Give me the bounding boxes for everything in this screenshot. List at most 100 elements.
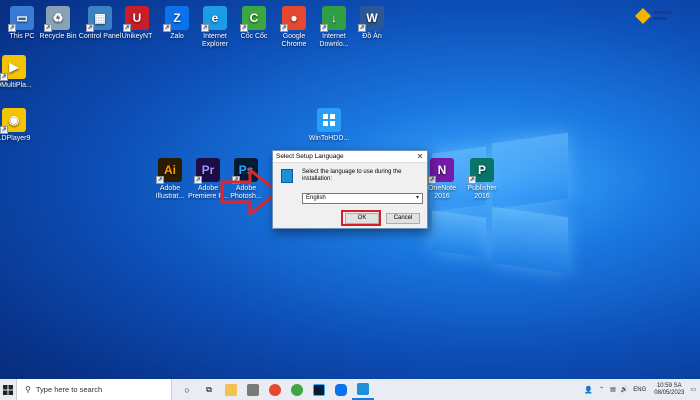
chevron-up-icon[interactable]: ⌃ <box>599 386 604 393</box>
photoshop-icon <box>313 383 325 396</box>
desktop-icon-label: This PC <box>9 33 35 40</box>
desktop-icon-label: Adobe Illustrat... <box>155 185 185 200</box>
zalo-icon <box>335 383 347 396</box>
taskbar-app-zalo[interactable] <box>330 379 352 400</box>
desktop-icon-left-1[interactable]: ◉ ↗ LDPlayer9 <box>0 108 36 143</box>
top-8-icon: ↓ ↗ <box>320 6 346 32</box>
taskbar-search-box[interactable]: ⚲ Type here to search <box>16 379 172 400</box>
desktop-icon-top-6[interactable]: C ↗ Cốc Cốc <box>232 6 276 41</box>
taskbar-app-explorer[interactable] <box>220 379 242 400</box>
shortcut-arrow-icon: ↗ <box>280 24 288 32</box>
wintohdd-icon <box>317 108 341 132</box>
shortcut-arrow-icon: ↗ <box>194 176 202 184</box>
desktop-icon-label: Internet Downlo... <box>319 33 349 48</box>
volume-icon[interactable]: 🔊 <box>621 386 628 393</box>
taskbar-app-store[interactable] <box>242 379 264 400</box>
language-select-value: English <box>306 195 326 201</box>
shortcut-arrow-icon: ↗ <box>320 24 328 32</box>
taskbar-app-coccoc[interactable] <box>286 379 308 400</box>
desktop-icon-label: Publisher 2016 <box>467 185 497 200</box>
mid-0-icon: Ai ↗ <box>156 158 182 184</box>
coccoc-icon <box>291 383 303 396</box>
desktop-icon-left-0[interactable]: ▶↗DMultiPla... <box>0 55 36 90</box>
task-view-icon: ⧉ <box>206 384 212 394</box>
clock-time: 10:59 SA <box>656 382 682 389</box>
desktop-icon-top-1[interactable]: ♻ ↗ Recycle Bin <box>36 6 80 41</box>
desktop-icon-top-3[interactable]: U ↗ UnikeyNT <box>115 6 159 41</box>
desktop-icon-right-1[interactable]: P ↗ Publisher 2016 <box>460 158 504 201</box>
language-select[interactable]: English ▾ <box>302 193 423 204</box>
shortcut-arrow-icon: ↗ <box>123 24 131 32</box>
shortcut-arrow-icon: ↗ <box>86 24 94 32</box>
dialog-titlebar[interactable]: Select Setup Language ✕ <box>273 151 427 163</box>
shortcut-arrow-icon: ↗ <box>44 24 52 32</box>
desktop-icon-label: WinToHDD... <box>308 135 350 142</box>
setup-icon <box>357 382 369 395</box>
shortcut-arrow-icon: ↗ <box>0 126 8 134</box>
desktop-icon-top-5[interactable]: e ↗ Internet Explorer <box>193 6 237 49</box>
top-6-icon: C ↗ <box>240 6 266 32</box>
desktop-icon-label: OneNote 2016 <box>427 185 457 200</box>
desktop-icon-wintohdd[interactable]: WinToHDD... <box>307 108 351 143</box>
top-3-icon: U ↗ <box>123 6 149 32</box>
top-5-icon: e ↗ <box>201 6 227 32</box>
desktop-icon-label: UnikeyNT <box>121 33 153 40</box>
close-icon[interactable]: ✕ <box>413 152 427 161</box>
language-indicator[interactable]: ENG <box>633 387 646 393</box>
system-tray: 👤 ⌃ ▤ 🔊 ENG 10:59 SA 08/05/2023 ▭ <box>584 379 700 400</box>
circle-icon: ○ <box>184 384 190 395</box>
task-view-button[interactable]: ○ <box>176 379 198 400</box>
desktop-icon-label: Recycle Bin <box>39 33 77 40</box>
watermark-logo <box>633 6 673 28</box>
cancel-button[interactable]: Cancel <box>386 213 420 224</box>
desktop-icon-top-7[interactable]: ● ↗ Google Chrome <box>272 6 316 49</box>
desktop-icon-label: Zalo <box>170 33 184 40</box>
store-icon <box>247 383 259 396</box>
search-placeholder: Type here to search <box>35 385 103 394</box>
chevron-down-icon: ▾ <box>415 195 419 201</box>
top-9-icon: W ↗ <box>358 6 384 32</box>
clock[interactable]: 10:59 SA 08/05/2023 <box>654 383 684 397</box>
desktop-icon-label: Google Chrome <box>281 33 307 48</box>
pointer-arrow-annotation <box>220 166 281 221</box>
left-0-icon: ▶ ↗ <box>0 55 26 81</box>
shortcut-arrow-icon: ↗ <box>0 73 8 81</box>
desktop-icon-top-9[interactable]: W ↗ Đồ Án <box>350 6 394 41</box>
windows-icon <box>3 384 13 395</box>
left-1-icon: ◉ ↗ <box>0 108 26 134</box>
desktop-icon-label: Internet Explorer <box>201 33 229 48</box>
start-button[interactable] <box>0 379 16 400</box>
top-0-icon: ▭ ↗ <box>8 6 34 32</box>
right-0-icon: N ↗ <box>428 158 454 184</box>
top-1-icon: ♻ ↗ <box>44 6 70 32</box>
clock-date: 08/05/2023 <box>654 389 685 396</box>
ok-button-highlight <box>341 210 381 226</box>
dialog-message: Select the language to use during the in… <box>302 169 402 182</box>
folder-icon <box>225 383 237 396</box>
mid-1-icon: Pr ↗ <box>194 158 220 184</box>
desktop-icon-label: DMultiPla... <box>0 82 32 89</box>
top-7-icon: ● ↗ <box>280 6 306 32</box>
shortcut-arrow-icon: ↗ <box>201 24 209 32</box>
taskbar-app-task-view[interactable]: ⧉ <box>198 379 220 400</box>
shortcut-arrow-icon: ↗ <box>240 24 248 32</box>
notification-icon[interactable]: ▭ <box>690 386 696 393</box>
taskbar-app-chrome[interactable] <box>264 379 286 400</box>
taskbar-app-photoshop[interactable] <box>308 379 330 400</box>
shortcut-arrow-icon: ↗ <box>358 24 366 32</box>
shortcut-arrow-icon: ↗ <box>428 176 436 184</box>
shortcut-arrow-icon: ↗ <box>8 24 16 32</box>
desktop-icon-label: Đồ Án <box>362 33 382 40</box>
network-icon[interactable]: ▤ <box>610 386 616 393</box>
taskbar: ⚲ Type here to search ○ ⧉ 👤 ⌃ ▤ 🔊 ENG 10… <box>0 379 700 400</box>
person-icon[interactable]: 👤 <box>584 386 593 394</box>
top-2-icon: ▦ ↗ <box>86 6 112 32</box>
desktop-icon-label: Cốc Cốc <box>240 33 268 40</box>
search-icon: ⚲ <box>25 385 31 394</box>
taskbar-app-setup[interactable] <box>352 379 374 400</box>
setup-icon <box>281 169 293 183</box>
right-1-icon: P ↗ <box>468 158 494 184</box>
top-4-icon: Z ↗ <box>163 6 189 32</box>
shortcut-arrow-icon: ↗ <box>163 24 171 32</box>
chrome-icon <box>269 383 281 396</box>
